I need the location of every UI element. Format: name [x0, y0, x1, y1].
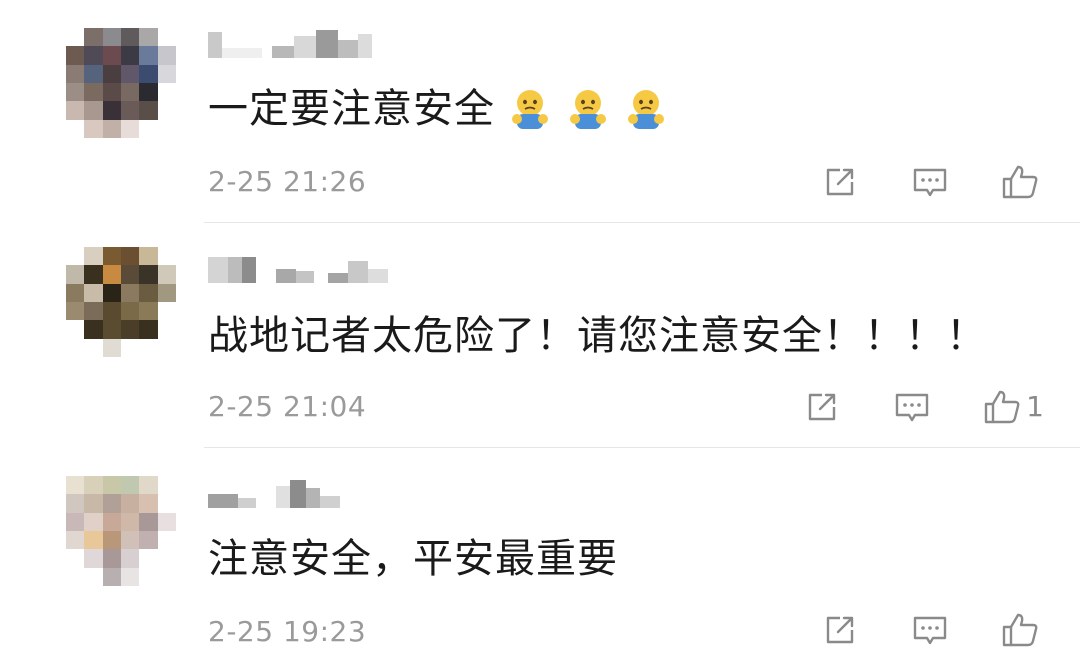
comment-actions — [818, 160, 1044, 204]
thumbs-up-icon — [984, 390, 1020, 424]
avatar[interactable] — [66, 28, 176, 138]
username-blurred[interactable] — [208, 480, 408, 508]
reply-icon — [913, 616, 947, 645]
share-icon — [808, 393, 836, 421]
like-button[interactable] — [980, 385, 1024, 429]
reply-button[interactable] — [908, 160, 952, 204]
comment-text: 战地记者太危险了！请您注意安全！！！！ — [208, 313, 987, 359]
comment-text: 一定要注意安全 — [208, 86, 495, 132]
comment-item: 一定要注意安全 2-25 21:26 — [0, 0, 1080, 223]
comment-text-row: 战地记者太危险了！请您注意安全！！！！ — [208, 313, 987, 359]
username-blurred[interactable] — [208, 255, 408, 283]
comment-item: 注意安全，平安最重要 2-25 19:23 — [0, 448, 1080, 663]
avatar[interactable] — [66, 476, 176, 586]
comment-time: 2-25 21:26 — [208, 165, 367, 198]
like-button[interactable] — [998, 608, 1042, 652]
comment-actions — [818, 608, 1044, 652]
reply-button[interactable] — [890, 385, 934, 429]
share-icon — [826, 616, 854, 644]
cold-sweat-emoji-icon — [623, 86, 669, 132]
comment-text-row: 一定要注意安全 — [208, 86, 669, 132]
share-button[interactable] — [818, 608, 862, 652]
cold-sweat-emoji-icon — [565, 86, 611, 132]
comment-item: 战地记者太危险了！请您注意安全！！！！ 2-25 21:04 1 — [0, 223, 1080, 448]
share-button[interactable] — [800, 385, 844, 429]
avatar[interactable] — [66, 247, 176, 357]
reply-icon — [895, 393, 929, 422]
like-button[interactable] — [998, 160, 1042, 204]
thumbs-up-icon — [1002, 613, 1038, 647]
comment-time: 2-25 19:23 — [208, 615, 367, 648]
comment-text-row: 注意安全，平安最重要 — [208, 536, 618, 582]
comment-text: 注意安全，平安最重要 — [208, 536, 618, 582]
username-blurred[interactable] — [208, 30, 408, 58]
reply-icon — [913, 168, 947, 197]
share-icon — [826, 168, 854, 196]
comment-time: 2-25 21:04 — [208, 390, 367, 423]
like-count: 1 — [1026, 390, 1044, 423]
share-button[interactable] — [818, 160, 862, 204]
comment-actions: 1 — [800, 385, 1044, 429]
cold-sweat-emoji-icon — [507, 86, 553, 132]
reply-button[interactable] — [908, 608, 952, 652]
thumbs-up-icon — [1002, 165, 1038, 199]
